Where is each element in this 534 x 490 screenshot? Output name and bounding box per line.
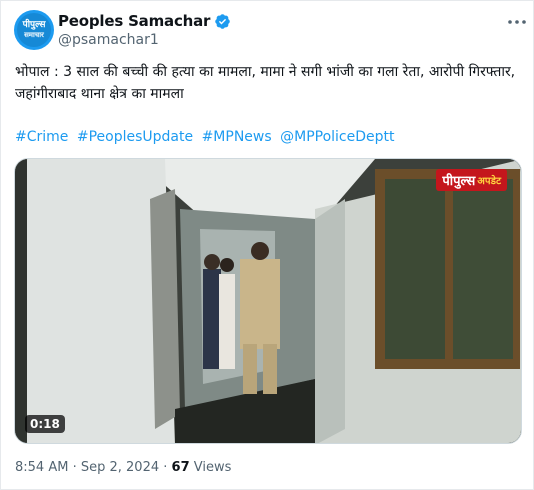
- more-icon[interactable]: [506, 15, 528, 29]
- author-display-name[interactable]: Peoples Samachar: [58, 12, 210, 30]
- hashtag-row: #Crime #PeoplesUpdate #MPNews @MPPoliceD…: [15, 127, 399, 147]
- avatar-text-top: पीपुल्स: [22, 20, 46, 30]
- hashtag-mp-news[interactable]: #MPNews: [202, 129, 272, 145]
- meta-separator-2: ·: [163, 460, 168, 475]
- tweet-card[interactable]: पीपुल्स समाचार Peoples Samachar @psamach…: [0, 0, 534, 490]
- video-player[interactable]: पीपुल्स अपडेट 0:18: [14, 158, 522, 444]
- channel-logo-badge: पीपुल्स अपडेट: [436, 169, 507, 191]
- avatar-text-bottom: समाचार: [24, 31, 44, 39]
- verified-badge-icon: [215, 13, 231, 29]
- tweet-date[interactable]: Sep 2, 2024: [81, 460, 159, 475]
- logo-main-text: पीपुल्स: [442, 174, 476, 189]
- tweet-meta: 8:54 AM · Sep 2, 2024 · 67 Views: [15, 460, 231, 475]
- avatar[interactable]: पीपुल्स समाचार: [14, 10, 54, 50]
- video-duration: 0:18: [25, 415, 65, 433]
- video-frame: [15, 159, 521, 443]
- mention-mp-police[interactable]: @MPPoliceDeptt: [280, 129, 394, 145]
- hashtag-crime[interactable]: #Crime: [15, 129, 68, 145]
- logo-sub-text: अपडेट: [477, 176, 501, 187]
- views-count: 67: [171, 460, 190, 475]
- meta-separator: ·: [72, 460, 77, 475]
- avatar-ring: [17, 13, 51, 47]
- hashtag-peoples-update[interactable]: #PeoplesUpdate: [77, 129, 193, 145]
- views-label: Views: [193, 460, 232, 475]
- author-name-row: Peoples Samachar: [58, 11, 231, 31]
- author-handle[interactable]: @psamachar1: [58, 32, 159, 48]
- tweet-text: भोपाल : 3 साल की बच्ची की हत्या का मामला…: [15, 64, 516, 102]
- tweet-time[interactable]: 8:54 AM: [15, 460, 68, 475]
